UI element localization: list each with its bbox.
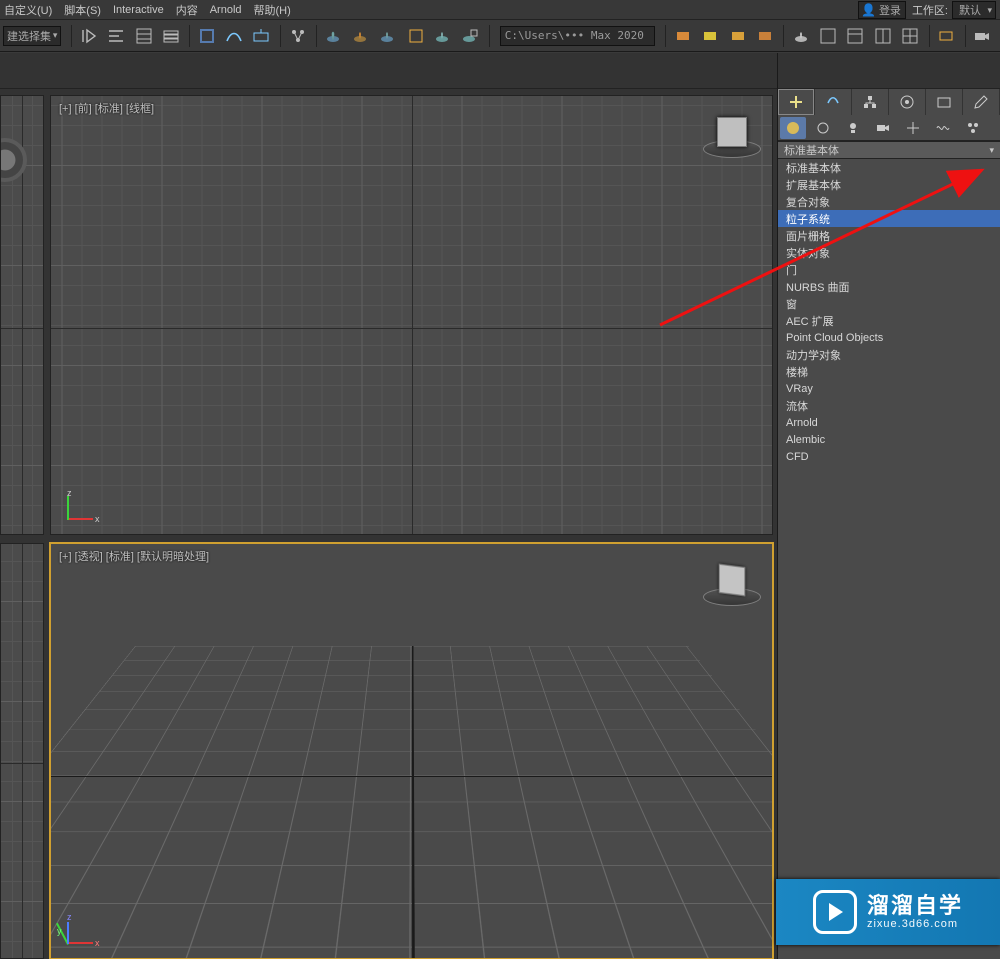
toolbar-icon-keymode[interactable] xyxy=(752,23,777,49)
viewport-perspective[interactable]: [+] [透视] [标准] [默认明暗处理] x y z xyxy=(50,543,773,959)
category-item[interactable]: Arnold xyxy=(778,414,1000,431)
menu-item-help[interactable]: 帮助(H) xyxy=(254,2,291,18)
axis-gizmo-front: x z xyxy=(69,484,105,520)
category-item[interactable]: AEC 扩展 xyxy=(778,312,1000,329)
toolbar-icon-safe-frame[interactable] xyxy=(934,23,959,49)
toolbar-icon-setkey[interactable] xyxy=(698,23,723,49)
command-panel-tabs xyxy=(778,89,1000,115)
category-geometry[interactable] xyxy=(780,117,806,139)
toolbar-icon-window-a[interactable] xyxy=(816,23,841,49)
category-item[interactable]: 实体对象 xyxy=(778,244,1000,261)
toolbar-icon-camera[interactable] xyxy=(970,23,995,49)
category-item[interactable]: CFD xyxy=(778,448,1000,465)
tab-utilities[interactable] xyxy=(963,89,1000,115)
category-item[interactable]: 面片栅格 xyxy=(778,227,1000,244)
toolbar-icon-curve-editor[interactable] xyxy=(222,23,247,49)
category-item[interactable]: 复合对象 xyxy=(778,193,1000,210)
axis-gizmo-perspective: x y z xyxy=(69,908,105,944)
toolbar-icon-render-scene[interactable] xyxy=(403,23,428,49)
toolbar-icon-teapot-b[interactable] xyxy=(458,23,483,49)
command-panel: 标准基本体 ▾ 标准基本体 扩展基本体 复合对象 粒子系统 面片栅格 实体对象 … xyxy=(777,53,1000,959)
category-item[interactable]: Alembic xyxy=(778,431,1000,448)
menu-bar: 自定义(U) 脚本(S) Interactive 内容 Arnold 帮助(H)… xyxy=(0,0,1000,20)
viewport-perspective-label[interactable]: [+] [透视] [标准] [默认明暗处理] xyxy=(59,548,209,564)
toolbar-icon-schematic-view[interactable] xyxy=(285,23,310,49)
menu-item-customize[interactable]: 自定义(U) xyxy=(4,2,52,18)
toolbar-icon-layers[interactable] xyxy=(158,23,183,49)
viewcube-perspective[interactable] xyxy=(702,550,762,610)
category-item[interactable]: 窗 xyxy=(778,295,1000,312)
toolbar-icon-dopesheet[interactable] xyxy=(249,23,274,49)
category-shapes[interactable] xyxy=(810,117,836,139)
category-spacewarps[interactable] xyxy=(930,117,956,139)
toolbar-icon-mirror[interactable] xyxy=(76,23,101,49)
category-cameras[interactable] xyxy=(870,117,896,139)
project-path-field[interactable]: C:\Users\••• Max 2020 xyxy=(500,26,656,46)
category-item[interactable]: Point Cloud Objects xyxy=(778,329,1000,346)
workspace-dropdown[interactable]: 默认 xyxy=(952,1,996,19)
workspace-selector: 工作区: 默认 xyxy=(912,1,996,19)
tab-display[interactable] xyxy=(926,89,963,115)
selection-set-dropdown[interactable]: 建选择集 xyxy=(3,26,61,46)
menu-item-interactive[interactable]: Interactive xyxy=(113,4,164,16)
user-icon: 👤 xyxy=(861,3,876,17)
play-icon xyxy=(813,890,857,934)
viewport-front[interactable]: [+] [前] [标准] [线框] x z xyxy=(50,95,773,535)
category-systems[interactable] xyxy=(960,117,986,139)
menu-item-content[interactable]: 内容 xyxy=(176,2,198,18)
viewcube-front[interactable] xyxy=(702,102,762,162)
viewport-bottom-left-sliver[interactable] xyxy=(0,543,44,959)
toolbar-icon-autokey[interactable] xyxy=(670,23,695,49)
create-category-tabs xyxy=(778,115,1000,141)
category-helpers[interactable] xyxy=(900,117,926,139)
category-item[interactable]: 动力学对象 xyxy=(778,346,1000,363)
toolbar-icon-teapot-c[interactable] xyxy=(788,23,813,49)
toolbar-icon-window-c[interactable] xyxy=(870,23,895,49)
toolbar-icon-window-d[interactable] xyxy=(897,23,922,49)
toolbar-icon-render-setup[interactable] xyxy=(349,23,374,49)
toolbar-icon-window-b[interactable] xyxy=(843,23,868,49)
viewport-area: [+] [前] [标准] [线框] x z [+] [透视] [标准] [默认明… xyxy=(0,53,777,959)
category-item[interactable]: 标准基本体 xyxy=(778,159,1000,176)
login-button[interactable]: 👤 登录 xyxy=(858,1,906,19)
category-item-selected[interactable]: 粒子系统 xyxy=(778,210,1000,227)
category-item[interactable]: 扩展基本体 xyxy=(778,176,1000,193)
menu-item-arnold[interactable]: Arnold xyxy=(210,4,242,16)
tab-motion[interactable] xyxy=(889,89,926,115)
geometry-subcategory-list: 标准基本体 扩展基本体 复合对象 粒子系统 面片栅格 实体对象 门 NURBS … xyxy=(778,159,1000,465)
category-item[interactable]: NURBS 曲面 xyxy=(778,278,1000,295)
category-item[interactable]: 门 xyxy=(778,261,1000,278)
watermark-title: 溜溜自学 xyxy=(867,894,963,918)
tab-hierarchy[interactable] xyxy=(852,89,889,115)
category-item[interactable]: 流体 xyxy=(778,397,1000,414)
toolbar-icon-keyfilters[interactable] xyxy=(725,23,750,49)
category-lights[interactable] xyxy=(840,117,866,139)
chevron-down-icon: ▾ xyxy=(989,145,994,156)
toolbar-icon-ribbon-toggle[interactable] xyxy=(194,23,219,49)
toolbar-icon-render-frame[interactable] xyxy=(376,23,401,49)
workspace-label: 工作区: xyxy=(912,2,948,18)
geometry-subcategory-dropdown[interactable]: 标准基本体 ▾ xyxy=(778,141,1000,159)
viewport-front-label[interactable]: [+] [前] [标准] [线框] xyxy=(59,100,154,116)
menu-item-script[interactable]: 脚本(S) xyxy=(64,2,101,18)
watermark-url: zixue.3d66.com xyxy=(867,918,963,930)
main-toolbar: 建选择集 C:\Users\•• xyxy=(0,20,1000,52)
toolbar-icon-layer-explorer[interactable] xyxy=(131,23,156,49)
tab-create[interactable] xyxy=(778,89,815,115)
watermark-logo: 溜溜自学 zixue.3d66.com xyxy=(776,879,1000,945)
toolbar-icon-teapot-a[interactable] xyxy=(430,23,455,49)
viewport-top-left-sliver[interactable] xyxy=(0,95,44,535)
tab-modify[interactable] xyxy=(815,89,852,115)
login-label: 登录 xyxy=(879,2,901,18)
toolbar-icon-align[interactable] xyxy=(104,23,129,49)
category-item[interactable]: 楼梯 xyxy=(778,363,1000,380)
category-item[interactable]: VRay xyxy=(778,380,1000,397)
toolbar-icon-material-editor[interactable] xyxy=(321,23,346,49)
